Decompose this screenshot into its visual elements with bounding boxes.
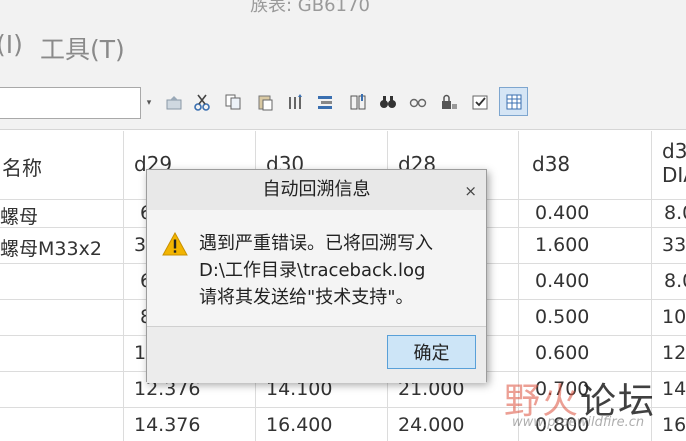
forum-watermark: 野火论坛 www.proewildfire.cn <box>498 372 686 441</box>
menu-bar: (I) 工具(T) <box>0 14 686 78</box>
paste-icon[interactable] <box>254 91 276 113</box>
traceback-dialog: 自动回溯信息 × 遇到严重错误。已将回溯写入 D:\工作目录\traceback… <box>146 169 487 383</box>
message-line: 遇到严重错误。已将回溯写入 <box>199 233 433 254</box>
cut-icon[interactable] <box>191 91 213 113</box>
table-cell[interactable]: 33 <box>652 228 686 264</box>
instance-combo[interactable] <box>0 87 141 119</box>
chevron-down-icon[interactable]: ▾ <box>142 87 156 119</box>
watermark-url: www.proewildfire.cn <box>512 415 645 430</box>
column-header-name[interactable]: 名称 <box>0 131 124 200</box>
table-cell[interactable]: 0.400 <box>519 200 652 228</box>
table-cell[interactable]: 8.0 <box>652 200 686 228</box>
insert-row-icon[interactable] <box>314 91 336 113</box>
column-header-d3-dia[interactable]: d3 DIA <box>652 131 686 200</box>
copy-icon[interactable] <box>222 91 244 113</box>
window-title-bar: 族表: GB6170 <box>0 0 686 14</box>
table-cell[interactable] <box>0 408 124 441</box>
message-path: D:\工作目录\traceback.log <box>199 260 426 281</box>
window-title: 族表: GB6170 <box>250 0 370 14</box>
table-cell[interactable]: 8.0 <box>652 264 686 300</box>
verify-icon[interactable] <box>469 91 491 113</box>
menu-insert[interactable]: (I) <box>0 30 23 59</box>
insert-column-icon[interactable] <box>285 91 307 113</box>
menu-tools[interactable]: 工具(T) <box>40 30 125 66</box>
ok-button[interactable]: 确定 <box>387 335 476 369</box>
table-cell[interactable]: 14.376 <box>124 408 256 441</box>
table-cell[interactable]: 12 <box>652 336 686 372</box>
message-line: 请将其发送给"技术支持"。 <box>199 287 414 308</box>
table-cell[interactable]: 16.400 <box>256 408 388 441</box>
up-folder-icon[interactable] <box>163 91 185 113</box>
dialog-title: 自动回溯信息 <box>147 170 486 210</box>
column-settings-icon[interactable] <box>347 91 369 113</box>
dialog-message: 遇到严重错误。已将回溯写入 D:\工作目录\traceback.log 请将其发… <box>199 230 481 311</box>
table-cell[interactable]: 0.600 <box>519 336 652 372</box>
table-cell[interactable]: 螺母M33x2 <box>0 228 124 264</box>
table-cell[interactable]: 0.500 <box>519 300 652 336</box>
lock-icon[interactable] <box>438 91 460 113</box>
dialog-footer: 确定 <box>147 326 486 383</box>
column-header-d38[interactable]: d38 <box>519 131 652 200</box>
close-icon[interactable]: × <box>464 182 477 200</box>
table-cell[interactable]: 1.600 <box>519 228 652 264</box>
table-cell[interactable] <box>0 336 124 372</box>
table-view-icon[interactable] <box>499 87 528 116</box>
table-cell[interactable] <box>0 264 124 300</box>
table-cell[interactable]: 10 <box>652 300 686 336</box>
table-cell[interactable] <box>0 300 124 336</box>
table-cell[interactable] <box>0 372 124 408</box>
warning-icon <box>162 232 188 256</box>
toolbar: ▾ <box>0 78 686 130</box>
find-icon[interactable] <box>377 91 399 113</box>
table-cell[interactable]: 0.400 <box>519 264 652 300</box>
table-cell[interactable]: 螺母 <box>0 200 124 228</box>
preview-icon[interactable] <box>407 91 429 113</box>
